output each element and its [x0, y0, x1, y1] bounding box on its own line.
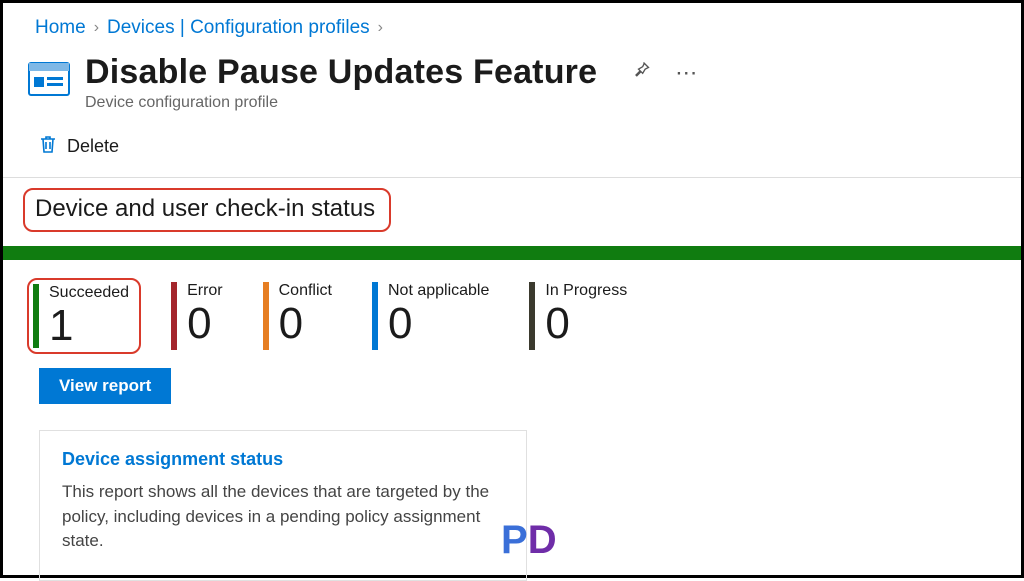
stat-color-bar — [263, 282, 269, 350]
profile-icon — [27, 59, 71, 99]
status-bar — [3, 246, 1021, 260]
delete-button[interactable]: Delete — [39, 134, 119, 159]
stats-row: Succeeded 1 Error 0 Conflict 0 Not appli… — [3, 260, 1021, 354]
stat-label: In Progress — [545, 282, 627, 300]
stat-value: 1 — [49, 304, 129, 348]
chevron-right-icon: › — [94, 19, 99, 37]
stat-color-bar — [529, 282, 535, 350]
breadcrumb-devices[interactable]: Devices | Configuration profiles — [107, 17, 370, 39]
breadcrumb: Home › Devices | Configuration profiles … — [3, 3, 1021, 49]
more-icon[interactable]: ⋯ — [675, 60, 699, 86]
stat-label: Conflict — [279, 282, 332, 300]
stat-value: 0 — [545, 302, 627, 346]
pin-icon[interactable] — [631, 60, 651, 86]
stat-conflict[interactable]: Conflict 0 — [263, 278, 342, 354]
view-report-button[interactable]: View report — [39, 368, 171, 404]
delete-label: Delete — [67, 136, 119, 157]
stat-label: Succeeded — [49, 284, 129, 302]
stat-in-progress[interactable]: In Progress 0 — [529, 278, 637, 354]
stat-color-bar — [372, 282, 378, 350]
stat-value: 0 — [388, 302, 489, 346]
stat-color-bar — [171, 282, 177, 350]
command-bar: Delete — [3, 112, 1021, 177]
watermark-logo: PD — [501, 518, 557, 563]
page-subtitle: Device configuration profile — [85, 94, 699, 112]
stat-label: Not applicable — [388, 282, 489, 300]
stat-label: Error — [187, 282, 223, 300]
breadcrumb-home[interactable]: Home — [35, 17, 86, 39]
stat-succeeded[interactable]: Succeeded 1 — [27, 278, 141, 354]
stat-value: 0 — [187, 302, 223, 346]
stat-value: 0 — [279, 302, 332, 346]
page-header: Disable Pause Updates Feature ⋯ Device c… — [3, 49, 1021, 112]
stat-error[interactable]: Error 0 — [171, 278, 233, 354]
stat-not-applicable[interactable]: Not applicable 0 — [372, 278, 499, 354]
device-assignment-card[interactable]: Device assignment status This report sho… — [39, 430, 527, 581]
trash-icon — [39, 134, 57, 159]
section-title: Device and user check-in status — [23, 188, 391, 232]
page-title: Disable Pause Updates Feature — [85, 53, 597, 92]
card-text: This report shows all the devices that a… — [62, 480, 504, 554]
card-title: Device assignment status — [62, 449, 504, 470]
stat-color-bar — [33, 284, 39, 348]
chevron-right-icon: › — [378, 19, 383, 37]
